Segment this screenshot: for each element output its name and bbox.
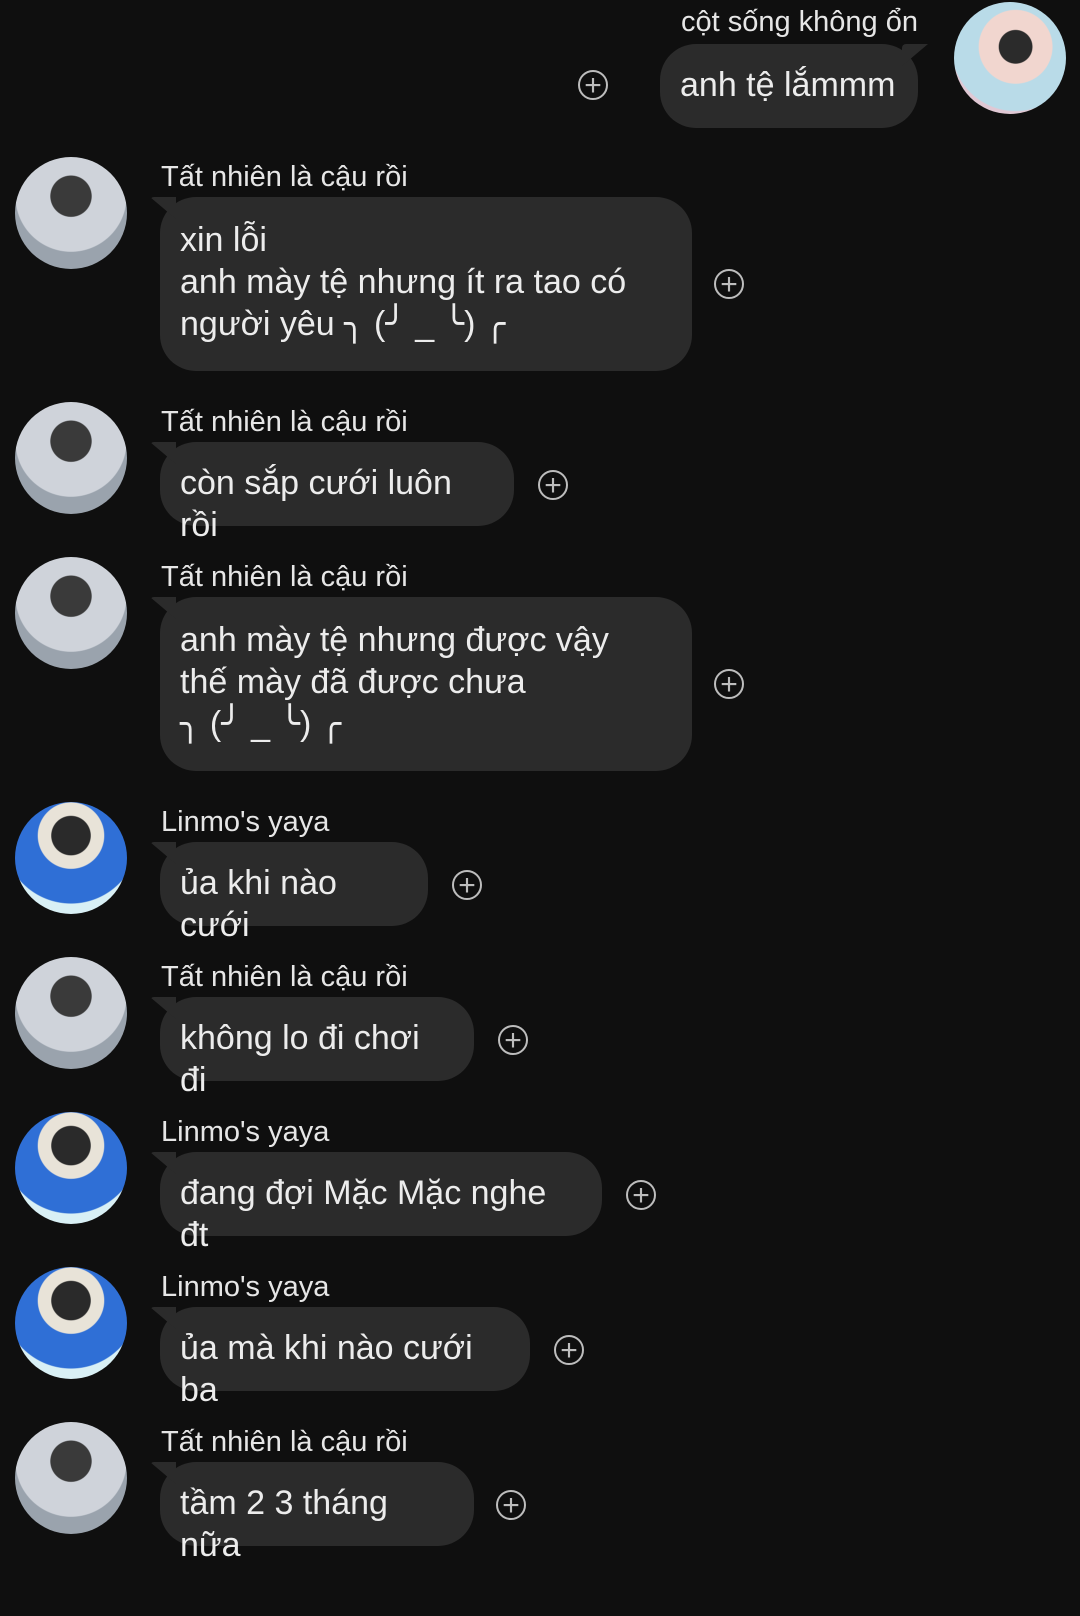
sender-name: Tất nhiên là cậu rồi xyxy=(161,161,408,193)
sender-name: Tất nhiên là cậu rồi xyxy=(161,961,408,993)
message-row-8: Tất nhiên là cậu rồi tầm 2 3 tháng nữa + xyxy=(0,1420,1080,1564)
message-row-2: Tất nhiên là cậu rồi còn sắp cưới luôn r… xyxy=(0,400,1080,544)
blue-jacket-avatar[interactable] xyxy=(15,802,127,914)
add-reaction-icon[interactable]: + xyxy=(538,470,568,501)
self-avatar[interactable] xyxy=(954,2,1066,114)
hoodie-avatar[interactable] xyxy=(15,1422,127,1534)
sender-name: cột sống không ổn xyxy=(680,6,918,38)
message-row-1: Tất nhiên là cậu rồi xin lỗi anh mày tệ … xyxy=(0,155,1080,380)
message-bubble[interactable]: anh mày tệ nhưng được vậy thế mày đã đượ… xyxy=(160,597,692,771)
hoodie-avatar[interactable] xyxy=(15,557,127,669)
hoodie-avatar[interactable] xyxy=(15,157,127,269)
add-reaction-icon[interactable]: + xyxy=(578,70,608,101)
message-bubble[interactable]: tầm 2 3 tháng nữa xyxy=(160,1462,474,1564)
message-row-3: Tất nhiên là cậu rồi anh mày tệ nhưng đư… xyxy=(0,555,1080,780)
message-bubble[interactable]: xin lỗi anh mày tệ nhưng ít ra tao có ng… xyxy=(160,197,692,371)
add-reaction-icon[interactable]: + xyxy=(554,1335,584,1366)
add-reaction-icon[interactable]: + xyxy=(714,269,744,300)
message-bubble[interactable]: đang đợi Mặc Mặc nghe đt xyxy=(160,1152,602,1254)
hoodie-avatar[interactable] xyxy=(15,957,127,1069)
hoodie-avatar[interactable] xyxy=(15,402,127,514)
sender-name: Linmo's yaya xyxy=(161,806,330,838)
message-row-6: Linmo's yaya đang đợi Mặc Mặc nghe đt + xyxy=(0,1110,1080,1254)
add-reaction-icon[interactable]: + xyxy=(626,1180,656,1211)
message-row-4: Linmo's yaya ủa khi nào cưới + xyxy=(0,800,1080,944)
message-row-5: Tất nhiên là cậu rồi không lo đi chơi đi… xyxy=(0,955,1080,1099)
message-row-7: Linmo's yaya ủa mà khi nào cưới ba + xyxy=(0,1265,1080,1409)
message-bubble[interactable]: anh tệ lắmmm xyxy=(660,44,918,128)
sender-name: Tất nhiên là cậu rồi xyxy=(161,406,408,438)
message-bubble[interactable]: ủa mà khi nào cưới ba xyxy=(160,1307,530,1409)
add-reaction-icon[interactable]: + xyxy=(496,1490,526,1521)
add-reaction-icon[interactable]: + xyxy=(498,1025,528,1056)
sender-name: Linmo's yaya xyxy=(161,1116,330,1148)
message-row-0: cột sống không ổn anh tệ lắmmm + xyxy=(0,0,1080,140)
blue-jacket-avatar[interactable] xyxy=(15,1267,127,1379)
message-bubble[interactable]: không lo đi chơi đi xyxy=(160,997,474,1099)
sender-name: Linmo's yaya xyxy=(161,1271,330,1303)
blue-jacket-avatar[interactable] xyxy=(15,1112,127,1224)
message-bubble[interactable]: ủa khi nào cưới xyxy=(160,842,428,944)
add-reaction-icon[interactable]: + xyxy=(714,669,744,700)
add-reaction-icon[interactable]: + xyxy=(452,870,482,901)
sender-name: Tất nhiên là cậu rồi xyxy=(161,1426,408,1458)
message-bubble[interactable]: còn sắp cưới luôn rồi xyxy=(160,442,514,544)
sender-name: Tất nhiên là cậu rồi xyxy=(161,561,408,593)
